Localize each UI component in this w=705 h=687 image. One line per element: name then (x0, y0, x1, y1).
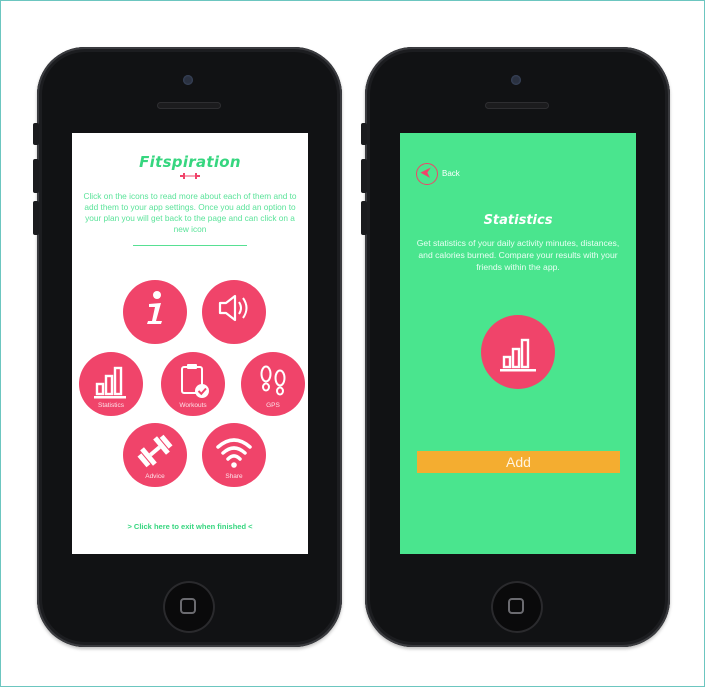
advice-button[interactable]: Advice (123, 423, 187, 487)
volume-down-button (33, 201, 39, 235)
gps-label: GPS (266, 402, 280, 409)
workouts-button[interactable]: Workouts (161, 352, 225, 416)
bar-chart-icon (94, 366, 126, 399)
earpiece-speaker (485, 102, 549, 109)
speaker-icon (218, 294, 248, 322)
screen-home: Fitspiration Click on the icons to read … (72, 133, 308, 554)
mute-switch (361, 123, 367, 145)
divider (133, 245, 247, 246)
home-square-icon (508, 598, 524, 614)
gps-button[interactable]: GPS (241, 352, 305, 416)
front-camera (183, 75, 193, 85)
statistics-large-icon (481, 315, 555, 389)
phone-left: Fitspiration Click on the icons to read … (33, 47, 342, 647)
earpiece-speaker (157, 102, 221, 109)
wifi-icon (216, 438, 252, 468)
statistics-description: Get statistics of your daily activity mi… (416, 238, 620, 272)
home-square-icon (180, 598, 196, 614)
intro-text: Click on the icons to read more about ea… (83, 191, 297, 234)
home-button[interactable] (491, 581, 543, 633)
page-title: Statistics (483, 213, 553, 228)
workouts-label: Workouts (179, 402, 207, 409)
home-button[interactable] (163, 581, 215, 633)
dumbbell-icon (137, 434, 173, 468)
footprints-icon (260, 365, 286, 396)
bar-chart-icon (500, 338, 536, 372)
screen-statistics: Back Statistics Get statistics of your d… (400, 133, 636, 554)
front-camera (511, 75, 521, 85)
info-button[interactable] (123, 280, 187, 344)
clipboard-check-icon (181, 364, 209, 398)
volume-down-button (361, 201, 367, 235)
mute-switch (33, 123, 39, 145)
back-arrow-icon (416, 163, 438, 185)
app-title: Fitspiration (139, 153, 241, 171)
statistics-label: Statistics (97, 402, 124, 409)
statistics-button[interactable]: Statistics (79, 352, 143, 416)
phone-right: Back Statistics Get statistics of your d… (361, 47, 670, 647)
share-button[interactable]: Share (202, 423, 266, 487)
advice-label: Advice (145, 473, 165, 480)
volume-up-button (361, 159, 367, 193)
back-label: Back (442, 169, 460, 178)
exit-link[interactable]: > Click here to exit when finished < (72, 522, 308, 531)
add-button[interactable]: Add (417, 451, 620, 473)
share-label: Share (225, 473, 243, 480)
volume-up-button (33, 159, 39, 193)
info-icon (147, 291, 162, 324)
sound-button[interactable] (202, 280, 266, 344)
app-logo-icon (180, 173, 200, 179)
image-frame: Fitspiration Click on the icons to read … (0, 0, 705, 687)
